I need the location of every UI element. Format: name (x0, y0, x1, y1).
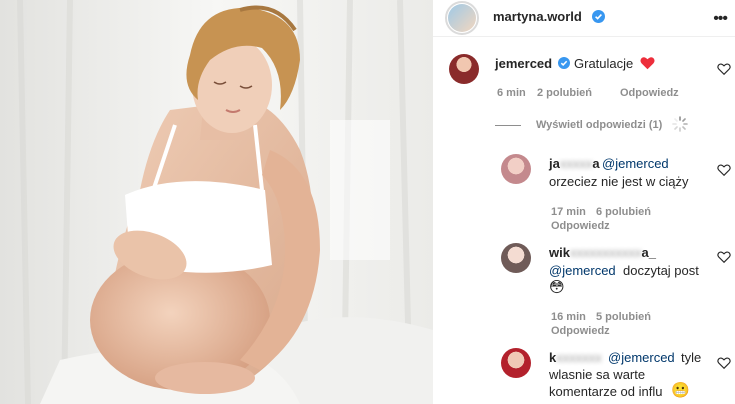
reply-mention[interactable]: @jemerced (608, 349, 675, 367)
comment-time: 6 min (497, 87, 526, 99)
heart-emoji (640, 57, 655, 70)
reply-time: 17 min (551, 206, 586, 218)
comment-username[interactable]: jemerced (495, 56, 552, 71)
reply-text: orzeciez nie jest w ciąży (549, 174, 689, 189)
like-heart-icon[interactable] (717, 250, 731, 264)
reply-time: 16 min (551, 311, 586, 323)
post-photo-illustration (0, 0, 433, 404)
comment-likes[interactable]: 2 polubień (537, 87, 592, 99)
reply-avatar[interactable] (501, 348, 531, 378)
comments-panel: martyna.world ••• jemerced Gratulacje 6 … (433, 0, 735, 404)
like-heart-icon[interactable] (717, 356, 731, 370)
more-options-icon[interactable]: ••• (713, 10, 728, 28)
reply-emoji: 😳 (549, 279, 565, 296)
verified-icon (558, 57, 570, 69)
view-replies-button[interactable]: Wyświetl odpowiedzi (1) (536, 119, 662, 131)
reply-text-line2: wlasnie sa warte (549, 367, 646, 382)
reply-reply-button[interactable]: Odpowiedz (551, 220, 610, 232)
comment-reply-button[interactable]: Odpowiedz (620, 87, 679, 99)
commenter-avatar[interactable] (449, 54, 479, 84)
reply-likes[interactable]: 5 polubień (596, 311, 651, 323)
reply-mention[interactable]: @jemerced (602, 155, 669, 173)
reply-text: doczytaj post (623, 263, 699, 278)
author-username[interactable]: martyna.world (493, 9, 582, 24)
reply-username[interactable]: kxxxxxxx (549, 350, 602, 365)
post-photo (0, 0, 433, 404)
verified-icon (592, 10, 605, 23)
reply-likes[interactable]: 6 polubień (596, 206, 651, 218)
replies-divider (495, 125, 521, 126)
reply-text: tyle (681, 350, 702, 365)
loading-spinner-icon (672, 116, 688, 132)
reply-avatar[interactable] (501, 243, 531, 273)
reply-reply-button[interactable]: Odpowiedz (551, 325, 610, 337)
reply-text-line3: komentarze od influ (549, 384, 663, 399)
reply-username[interactable]: jaxxxxxa (549, 156, 600, 171)
comment-text: Gratulacje (574, 56, 634, 71)
reply-avatar[interactable] (501, 154, 531, 184)
like-heart-icon[interactable] (717, 62, 731, 76)
author-avatar[interactable] (448, 4, 476, 32)
like-heart-icon[interactable] (717, 163, 731, 177)
reply-username[interactable]: wikxxxxxxxxxxxa_ (549, 245, 656, 260)
reply-mention[interactable]: @jemerced (549, 262, 616, 280)
post-header: martyna.world ••• (433, 0, 735, 37)
reply-emoji: 😬 (671, 382, 690, 399)
